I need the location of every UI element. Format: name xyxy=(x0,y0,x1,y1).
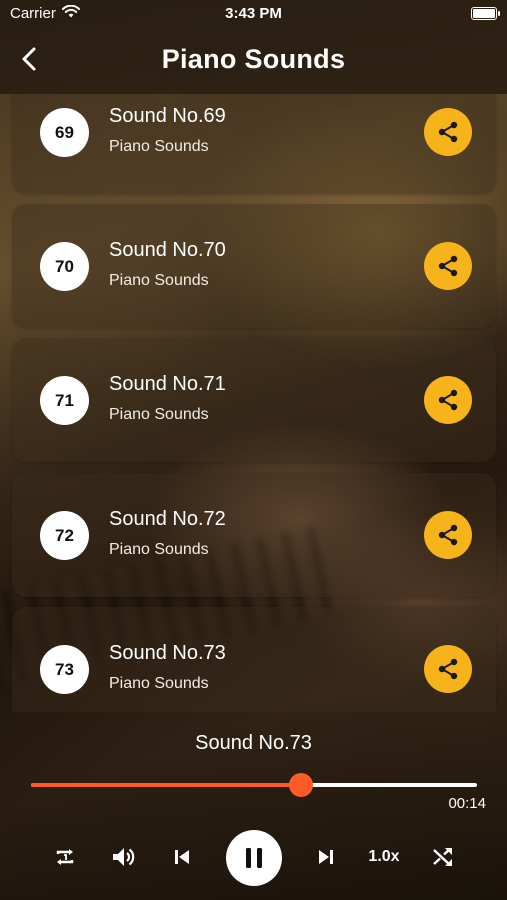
sound-name: Sound No.70 xyxy=(109,239,226,261)
sound-number-badge: 71 xyxy=(40,376,89,425)
progress-slider[interactable] xyxy=(31,773,477,797)
share-button[interactable] xyxy=(424,108,472,156)
next-icon xyxy=(319,850,333,864)
share-button[interactable] xyxy=(424,645,472,693)
sound-number-badge: 69 xyxy=(40,108,89,157)
share-icon xyxy=(438,389,458,411)
sound-card-69[interactable]: 69 Sound No.69 Piano Sounds xyxy=(12,94,496,194)
repeat-button[interactable] xyxy=(50,842,80,872)
sound-name: Sound No.73 xyxy=(109,642,226,664)
sound-number-badge: 72 xyxy=(40,511,89,560)
share-button[interactable] xyxy=(424,376,472,424)
pause-icon xyxy=(246,848,262,868)
sound-number-badge: 73 xyxy=(40,645,89,694)
previous-button[interactable] xyxy=(167,842,197,872)
next-button[interactable] xyxy=(311,842,341,872)
sound-card-73[interactable]: 73 Sound No.73 Piano Sounds xyxy=(12,607,496,712)
volume-button[interactable] xyxy=(108,842,138,872)
now-playing-title: Sound No.73 xyxy=(195,732,312,754)
share-icon xyxy=(438,658,458,680)
sound-category: Piano Sounds xyxy=(109,272,209,289)
audio-player: Sound No.73 00:14 1.0x xyxy=(0,712,507,900)
elapsed-time: 00:14 xyxy=(448,795,486,812)
sound-category: Piano Sounds xyxy=(109,541,209,558)
sound-card-70[interactable]: 70 Sound No.70 Piano Sounds xyxy=(12,204,496,328)
progress-thumb[interactable] xyxy=(288,773,313,797)
share-icon xyxy=(438,121,458,143)
sound-card-72[interactable]: 72 Sound No.72 Piano Sounds xyxy=(12,473,496,597)
sound-category: Piano Sounds xyxy=(109,406,209,423)
sound-list[interactable]: 69 Sound No.69 Piano Sounds 70 Sound No.… xyxy=(0,94,507,712)
playback-controls: 1.0x xyxy=(0,830,507,886)
sound-name: Sound No.72 xyxy=(109,508,226,530)
battery-icon xyxy=(471,7,500,20)
sound-name: Sound No.69 xyxy=(109,105,226,127)
share-icon xyxy=(438,524,458,546)
status-bar: Carrier 3:43 PM xyxy=(0,0,507,28)
pause-button[interactable] xyxy=(226,830,282,886)
share-button[interactable] xyxy=(424,242,472,290)
sound-name: Sound No.71 xyxy=(109,373,226,395)
sound-number-badge: 70 xyxy=(40,242,89,291)
playback-speed-button[interactable]: 1.0x xyxy=(362,842,406,872)
status-time: 3:43 PM xyxy=(225,5,282,22)
page-title: Piano Sounds xyxy=(161,44,346,74)
volume-icon xyxy=(113,848,135,866)
shuffle-icon xyxy=(433,848,452,866)
sound-category: Piano Sounds xyxy=(109,138,209,155)
progress-played xyxy=(31,783,301,787)
share-icon xyxy=(438,255,458,277)
repeat-icon xyxy=(56,849,74,865)
sound-category: Piano Sounds xyxy=(109,675,209,692)
shuffle-button[interactable] xyxy=(428,842,458,872)
sound-card-71[interactable]: 71 Sound No.71 Piano Sounds xyxy=(12,338,496,462)
share-button[interactable] xyxy=(424,511,472,559)
previous-icon xyxy=(175,850,189,864)
